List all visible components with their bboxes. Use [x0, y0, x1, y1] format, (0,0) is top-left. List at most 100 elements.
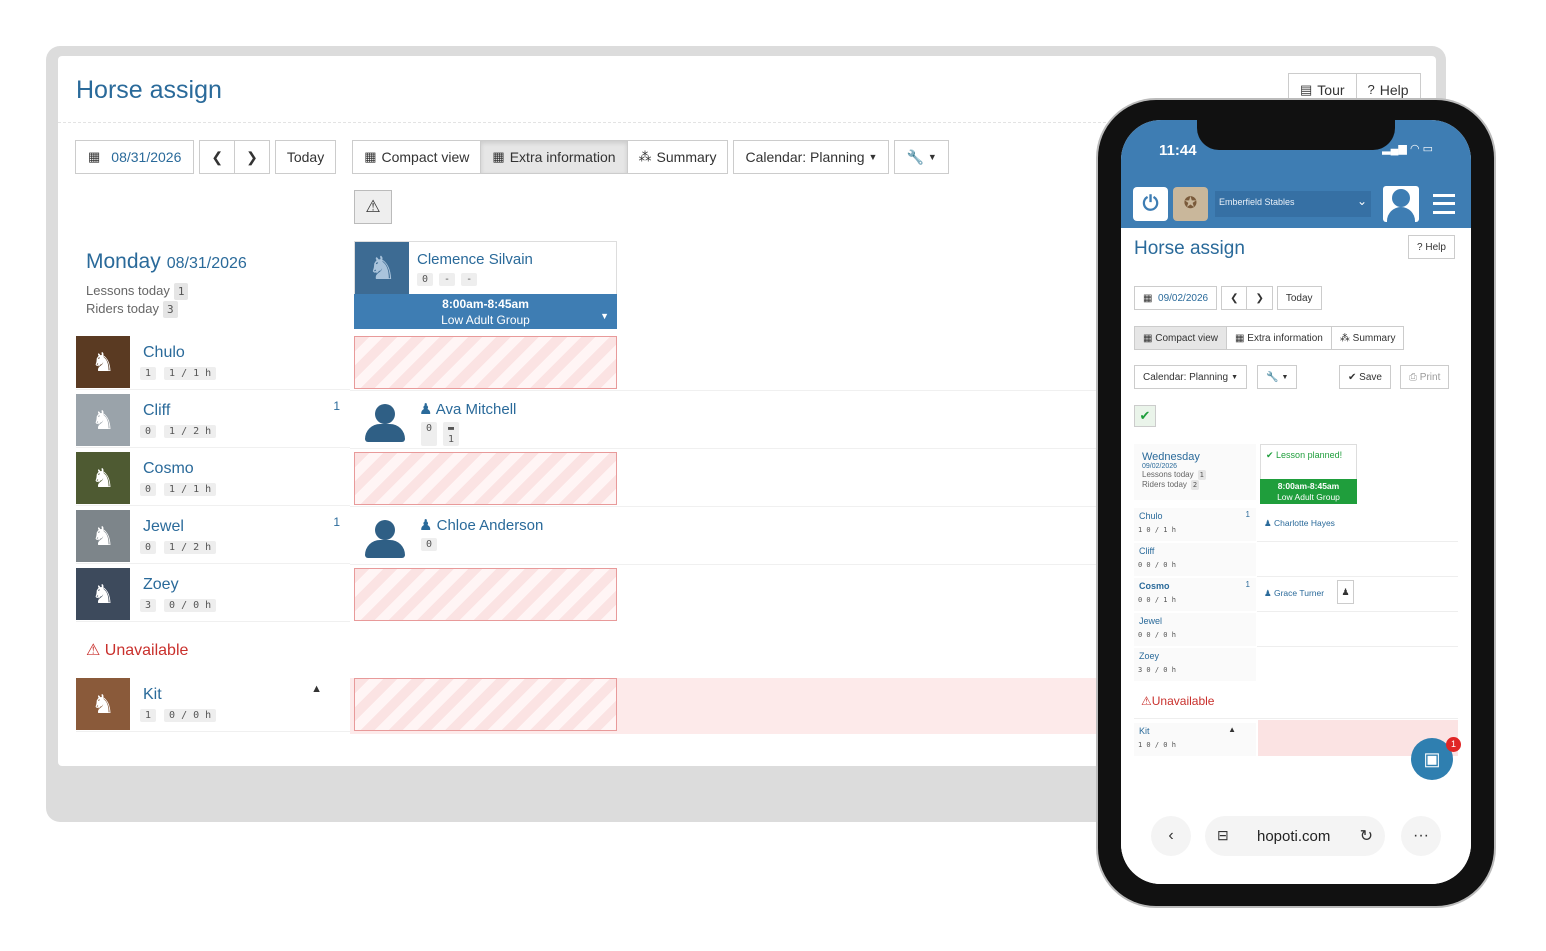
lesson-time-bar[interactable]: 8:00am-8:45am Low Adult Group ▼ [354, 294, 617, 329]
caret-down-icon: ▼ [1281, 373, 1289, 381]
chevron-down-icon: ⌄ [1356, 194, 1367, 208]
address-bar[interactable]: ⊟ hopoti.com ↻ [1205, 816, 1385, 856]
phone-horse-row[interactable]: Cliff 0 0 / 0 h [1134, 543, 1256, 576]
user-avatar[interactable] [1383, 186, 1419, 222]
next-day-button[interactable]: ❯ [235, 140, 270, 174]
phone-date-picker[interactable]: ▦ 09/02/2026 [1134, 286, 1218, 310]
phone-rider-assignment[interactable]: ♟ Grace Turner [1264, 588, 1324, 599]
horse-photo: ♞ [76, 678, 130, 730]
warning-icon: ⚠ [86, 642, 101, 659]
horse-name[interactable]: Chulo [143, 344, 185, 362]
horse-row[interactable]: ♞ Jewel 0 1 / 2 h 1 [76, 510, 350, 564]
horse-pill: 3 [140, 599, 157, 612]
rider-icon: ♟ [419, 401, 436, 418]
calendar-icon: ▦ [1143, 292, 1159, 304]
phone-tools-dropdown[interactable]: 🔧 ▼ [1257, 365, 1298, 389]
phone-help-button[interactable]: ? Help [1408, 235, 1455, 259]
check-icon: ✔ [1348, 371, 1360, 383]
empty-slot[interactable] [354, 452, 617, 505]
horse-pill: 0 [140, 483, 157, 496]
lessons-count-badge: 1 [173, 283, 189, 300]
summary-button[interactable]: ⁂ Summary [627, 140, 729, 174]
empty-slot[interactable] [354, 568, 617, 621]
today-button[interactable]: Today [274, 140, 337, 174]
unavailable-horse-row[interactable]: ♞ Kit 1 0 / 0 h ▲ [76, 678, 350, 732]
phone-calendar-dropdown[interactable]: Calendar: Planning ▼ [1134, 365, 1247, 389]
power-icon[interactable]: ⏻ [1133, 187, 1168, 221]
phone-prev-day[interactable]: ❮ [1221, 286, 1248, 310]
phone-print-button[interactable]: ⎙ Print [1400, 365, 1450, 389]
chevron-left-icon: ❮ [211, 148, 224, 165]
warning-icon: ⚠ [365, 197, 381, 216]
horse-name[interactable]: Zoey [143, 576, 179, 594]
horse-head-icon: ♞ [355, 242, 409, 294]
stable-select[interactable]: Emberfield Stables ⌄ [1215, 191, 1371, 217]
prev-day-button[interactable]: ❮ [199, 140, 236, 174]
phone-lesson-time-bar[interactable]: 8:00am-8:45am Low Adult Group [1260, 479, 1357, 504]
browser-back-button[interactable]: ‹ [1151, 816, 1191, 856]
horse-row[interactable]: ♞ Cosmo 0 1 / 1 h [76, 452, 350, 506]
horse-hours-pill: 1 / 2 h [164, 541, 217, 554]
phone-next-day[interactable]: ❯ [1247, 286, 1273, 310]
empty-slot[interactable] [354, 336, 617, 389]
horse-row[interactable]: ♞ Chulo 1 1 / 1 h [76, 336, 350, 390]
phone-horse-row[interactable]: Cosmo 0 0 / 1 h1 [1134, 578, 1256, 611]
horse-name[interactable]: Kit [143, 686, 162, 704]
row-divider [1257, 541, 1458, 542]
phone-today-button[interactable]: Today [1276, 286, 1322, 310]
date-picker-button[interactable]: ▦ 08/31/2026 [75, 140, 195, 174]
riders-today-label: Riders today [86, 301, 159, 316]
chevron-right-icon: ❯ [246, 148, 258, 165]
phone-rider-assignment[interactable]: ♟ Charlotte Hayes [1264, 518, 1335, 529]
warning-icon: ▲ [1228, 725, 1236, 734]
phone-compact-view[interactable]: ▦ Compact view [1134, 326, 1228, 350]
page-title: Horse assign [76, 76, 222, 104]
rider-profile-button[interactable]: ♟ [1337, 580, 1354, 604]
phone-extra-information[interactable]: ▦ Extra information [1227, 326, 1332, 350]
tabs-icon: ⊟ [1217, 827, 1229, 843]
horse-name[interactable]: Cosmo [143, 460, 194, 478]
phone-day-date: 09/02/2026 [1142, 463, 1178, 470]
phone-date-toolbar: ▦ 09/02/2026 ❮ ❯ Today [1134, 286, 1322, 310]
horse-photo: ♞ [76, 452, 130, 504]
phone-horse-row[interactable]: Chulo 1 0 / 1 h1 [1134, 508, 1256, 541]
compact-view-button[interactable]: ▦ Compact view [352, 140, 482, 174]
row-divider [1257, 611, 1458, 612]
horse-photo: ♞ [76, 336, 130, 388]
stable-logo[interactable]: ✪ [1173, 187, 1208, 221]
horse-row[interactable]: ♞ Zoey 3 0 / 0 h [76, 568, 350, 622]
phone-summary[interactable]: ⁂ Summary [1331, 326, 1405, 350]
phone-save-button[interactable]: ✔ Save [1339, 365, 1391, 389]
extra-information-button[interactable]: ▦ Extra information [481, 140, 628, 174]
horse-name[interactable]: Cliff [143, 402, 170, 420]
horse-row[interactable]: ♞ Cliff 0 1 / 2 h 1 [76, 394, 350, 448]
horse-name[interactable]: Jewel [143, 518, 184, 536]
browser-more-button[interactable]: ··· [1401, 816, 1441, 856]
calendar-dropdown[interactable]: Calendar: Planning ▼ [733, 140, 890, 174]
phone-horse-row[interactable]: Zoey 3 0 / 0 h [1134, 648, 1256, 681]
chevron-left-icon: ‹ [1168, 827, 1174, 844]
warning-toggle-button[interactable]: ⚠ [354, 190, 392, 224]
lesson-card[interactable]: ♞ Clemence Silvain 0 - - 8:00am-8:45am L… [354, 241, 617, 329]
date-nav: ❮ ❯ [199, 140, 270, 174]
rider-name[interactable]: Ava Mitchell [436, 401, 517, 418]
horse-hours-pill: 0 / 0 h [164, 709, 217, 722]
rider-name[interactable]: Chloe Anderson [437, 517, 544, 534]
hamburger-menu-icon[interactable] [1433, 194, 1455, 214]
phone-confirm-check-button[interactable]: ✔ [1134, 405, 1156, 427]
instructor-name[interactable]: Clemence Silvain [417, 251, 533, 268]
phone-notch [1197, 120, 1395, 150]
phone-horse-row[interactable]: Jewel 0 0 / 0 h [1134, 613, 1256, 646]
rider-avatar [363, 400, 407, 444]
status-time: 11:44 [1159, 142, 1197, 159]
phone-unavailable-horse-row[interactable]: Kit 1 0 / 0 h ▲ [1134, 723, 1256, 756]
horse-photo: ♞ [76, 568, 130, 620]
reload-icon[interactable]: ↻ [1360, 826, 1373, 846]
lessons-today-label: Lessons today [86, 283, 170, 298]
rider-avatar [363, 516, 407, 560]
phone-unavailable-heading: ⚠Unavailable [1141, 694, 1215, 708]
unavailable-slot[interactable] [354, 678, 617, 731]
tools-dropdown[interactable]: 🔧 ▼ [894, 140, 949, 174]
phone-screen: 11:44 ▂▄▆ ◠ ▭ ⏻ ✪ Emberfield Stables ⌄ Ho… [1121, 120, 1471, 884]
phone-lesson-card[interactable]: ✔ Lesson planned! 8:00am-8:45am Low Adult… [1260, 444, 1357, 504]
